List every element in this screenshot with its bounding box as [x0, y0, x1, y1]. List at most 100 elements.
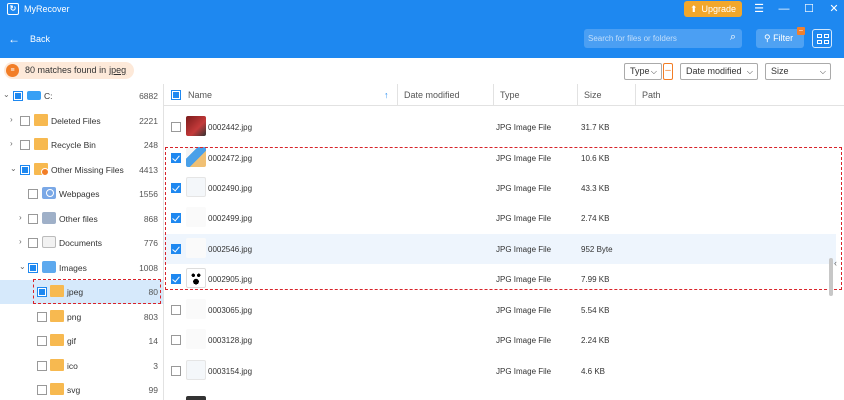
tree-item-documents[interactable]: › Documents 776	[0, 231, 163, 255]
tree-item-recycle-bin[interactable]: › Recycle Bin 248	[0, 133, 163, 157]
matches-count: 80	[25, 65, 36, 75]
sort-up-arrow-icon[interactable]: ↑	[384, 84, 389, 106]
grid-view-button[interactable]	[812, 29, 832, 48]
tree-item-count: 80	[148, 287, 158, 297]
tree-checkbox[interactable]	[37, 287, 47, 297]
column-path[interactable]: Path	[636, 84, 836, 106]
row-checkbox[interactable]	[171, 183, 181, 193]
size-select[interactable]: Size ⌵	[765, 63, 831, 80]
close-icon[interactable]: ✕	[826, 2, 842, 16]
column-size[interactable]: Size	[578, 84, 636, 106]
file-size: 2.74 KB	[581, 214, 610, 223]
tree-item-c-drive[interactable]: ⌄ C: 6882	[0, 84, 163, 108]
chevron-down-icon: ⌵	[819, 67, 826, 76]
table-row-partial[interactable]	[164, 386, 836, 400]
tree-checkbox[interactable]	[28, 189, 38, 199]
row-checkbox[interactable]	[171, 305, 181, 315]
table-row[interactable]: 0002499.jpg JPG Image File 2.74 KB	[164, 203, 836, 233]
tree-item-other-files[interactable]: › Other files 868	[0, 207, 163, 231]
row-checkbox[interactable]	[171, 335, 181, 345]
tree-item-label: C:	[44, 91, 53, 101]
back-button[interactable]: ← Back	[8, 31, 50, 46]
menu-icon[interactable]: ☰	[751, 2, 767, 16]
tree-item-ico[interactable]: ico 3	[0, 354, 163, 378]
row-checkbox[interactable]	[171, 153, 181, 163]
tree-checkbox[interactable]	[20, 165, 30, 175]
thumbnail-image	[186, 238, 206, 258]
type-select[interactable]: Type ⌵	[624, 63, 662, 80]
tree-checkbox[interactable]	[37, 336, 47, 346]
table-row[interactable]: 0002490.jpg JPG Image File 43.3 KB	[164, 173, 836, 203]
tree-checkbox[interactable]	[37, 312, 47, 322]
date-modified-select[interactable]: Date modified ⌵	[680, 63, 758, 80]
row-checkbox[interactable]	[171, 122, 181, 132]
search-input[interactable]	[588, 32, 718, 45]
type-clear-button[interactable]: –	[663, 63, 673, 80]
table-row[interactable]: 0003154.jpg JPG Image File 4.6 KB	[164, 356, 836, 386]
app-logo-icon: ↻	[7, 3, 19, 15]
tree-item-jpeg[interactable]: jpeg 80	[0, 280, 163, 304]
filter-button[interactable]: ⚲ Filter –	[756, 27, 805, 48]
tree-checkbox[interactable]	[20, 140, 30, 150]
expand-chevron-icon[interactable]: ⌄	[3, 90, 10, 99]
expand-chevron-icon[interactable]: ›	[19, 237, 22, 246]
row-checkbox[interactable]	[171, 274, 181, 284]
table-row[interactable]: 0003128.jpg JPG Image File 2.24 KB	[164, 325, 836, 355]
expand-chevron-icon[interactable]: ›	[10, 139, 13, 148]
column-path-label: Path	[642, 90, 661, 100]
tree-checkbox[interactable]	[20, 116, 30, 126]
list-icon: ≡	[6, 64, 19, 77]
expand-chevron-icon[interactable]: ⌄	[19, 262, 26, 271]
expand-chevron-icon[interactable]: ›	[19, 213, 22, 222]
file-size: 5.54 KB	[581, 306, 610, 315]
tree-item-count: 14	[148, 336, 158, 346]
file-type: JPG Image File	[496, 336, 552, 345]
table-row[interactable]: 0003065.jpg JPG Image File 5.54 KB	[164, 295, 836, 325]
expand-chevron-icon[interactable]: ›	[10, 115, 13, 124]
webpage-icon	[42, 187, 56, 199]
tree-checkbox[interactable]	[37, 385, 47, 395]
tree-item-webpages[interactable]: Webpages 1556	[0, 182, 163, 206]
select-all-checkbox[interactable]	[171, 90, 181, 100]
matches-text: matches found in	[37, 65, 107, 75]
column-type[interactable]: Type	[494, 84, 578, 106]
row-checkbox[interactable]	[171, 366, 181, 376]
thumbnail-image	[186, 360, 206, 380]
file-size: 7.99 KB	[581, 275, 610, 284]
table-row[interactable]: 0002442.jpg JPG Image File 31.7 KB	[164, 112, 836, 142]
tree-checkbox[interactable]	[28, 263, 38, 273]
column-name[interactable]: Name	[182, 84, 398, 106]
table-row[interactable]: 0002905.jpg JPG Image File 7.99 KB	[164, 264, 836, 294]
upgrade-button[interactable]: ⬆ Upgrade	[684, 1, 742, 17]
expand-chevron-icon[interactable]: ⌄	[10, 164, 17, 173]
app-title: MyRecover	[24, 4, 70, 14]
table-row[interactable]: 0002472.jpg JPG Image File 10.6 KB	[164, 143, 836, 173]
search-box[interactable]: ⌕	[584, 29, 742, 48]
tree-checkbox[interactable]	[28, 214, 38, 224]
tree-checkbox[interactable]	[37, 361, 47, 371]
chevron-down-icon: ⌵	[650, 67, 657, 76]
tree-item-svg[interactable]: svg 99	[0, 378, 163, 400]
table-row[interactable]: 0002546.jpg JPG Image File 952 Byte	[164, 234, 836, 264]
column-date-modified[interactable]: Date modified	[398, 84, 494, 106]
scroll-left-icon[interactable]: ‹	[834, 258, 837, 268]
tree-item-deleted-files[interactable]: › Deleted Files 2221	[0, 109, 163, 133]
tree-item-label: Other Missing Files	[51, 165, 124, 175]
tree-item-other-missing-files[interactable]: ⌄ Other Missing Files 4413	[0, 158, 163, 182]
tree-checkbox[interactable]	[13, 91, 23, 101]
tree-item-images[interactable]: ⌄ Images 1008	[0, 256, 163, 280]
row-checkbox[interactable]	[171, 213, 181, 223]
row-checkbox[interactable]	[171, 244, 181, 254]
missing-folder-icon	[34, 163, 49, 176]
table-scrollbar[interactable]	[829, 258, 833, 296]
minimize-icon[interactable]: —	[776, 2, 792, 16]
tree-checkbox[interactable]	[28, 238, 38, 248]
other-files-icon	[42, 212, 56, 224]
file-name: 0002905.jpg	[208, 275, 253, 284]
drive-icon	[27, 91, 41, 100]
search-icon[interactable]: ⌕	[730, 31, 736, 44]
file-name: 0002499.jpg	[208, 214, 253, 223]
tree-item-gif[interactable]: gif 14	[0, 329, 163, 353]
tree-item-png[interactable]: png 803	[0, 305, 163, 329]
maximize-icon[interactable]: ☐	[801, 2, 817, 16]
